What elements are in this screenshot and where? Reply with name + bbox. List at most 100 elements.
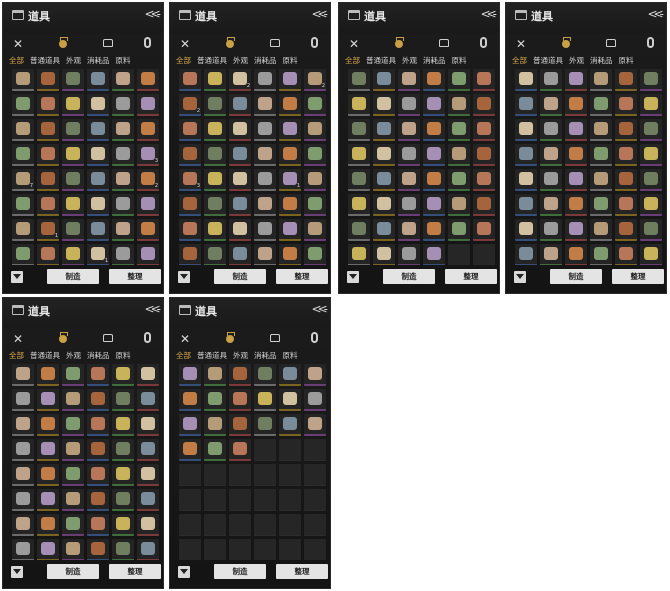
item-slot[interactable]: [87, 364, 109, 386]
item-slot[interactable]: [448, 219, 470, 241]
item-slot[interactable]: [448, 69, 470, 91]
item-slot[interactable]: [87, 539, 109, 560]
item-slot[interactable]: 1: [87, 244, 109, 265]
item-slot[interactable]: [348, 94, 370, 116]
item-slot[interactable]: [137, 69, 159, 91]
item-slot[interactable]: [254, 69, 276, 91]
item-slot[interactable]: [112, 169, 134, 191]
item-slot[interactable]: [62, 389, 84, 411]
item-slot[interactable]: 2: [304, 69, 326, 91]
item-slot[interactable]: [204, 169, 226, 191]
tab-4[interactable]: 原料: [619, 55, 634, 66]
item-slot[interactable]: [515, 169, 537, 191]
item-slot[interactable]: [112, 69, 134, 91]
item-slot[interactable]: [615, 119, 637, 141]
item-slot[interactable]: [112, 194, 134, 216]
item-slot[interactable]: 3: [137, 144, 159, 166]
item-slot[interactable]: [590, 94, 612, 116]
item-slot[interactable]: [615, 169, 637, 191]
item-slot[interactable]: [373, 194, 395, 216]
item-slot[interactable]: [590, 169, 612, 191]
item-slot[interactable]: 3: [179, 169, 201, 191]
back-arrow-icon[interactable]: <<-: [312, 7, 329, 21]
item-slot[interactable]: [229, 169, 251, 191]
tab-2[interactable]: 外观: [233, 350, 248, 361]
item-slot[interactable]: [229, 194, 251, 216]
item-slot[interactable]: [565, 219, 587, 241]
item-slot[interactable]: [254, 389, 276, 411]
item-slot[interactable]: [640, 219, 662, 241]
item-slot[interactable]: [204, 364, 226, 386]
tab-0[interactable]: 全部: [176, 55, 191, 66]
item-slot[interactable]: [12, 119, 34, 141]
item-slot[interactable]: [37, 389, 59, 411]
item-slot[interactable]: [279, 219, 301, 241]
item-slot[interactable]: [304, 489, 326, 511]
item-slot[interactable]: [137, 414, 159, 436]
item-slot[interactable]: [62, 414, 84, 436]
item-slot[interactable]: [279, 439, 301, 461]
back-arrow-icon[interactable]: <<-: [312, 302, 329, 316]
item-slot[interactable]: [204, 539, 226, 560]
make-button[interactable]: 制造: [214, 564, 266, 579]
item-slot[interactable]: [204, 489, 226, 511]
item-slot[interactable]: [348, 219, 370, 241]
item-slot[interactable]: [423, 144, 445, 166]
item-slot[interactable]: [37, 414, 59, 436]
item-slot[interactable]: [615, 244, 637, 265]
item-slot[interactable]: 7: [12, 169, 34, 191]
item-slot[interactable]: [348, 144, 370, 166]
item-slot[interactable]: [398, 119, 420, 141]
item-slot[interactable]: [137, 94, 159, 116]
item-slot[interactable]: [204, 144, 226, 166]
item-slot[interactable]: [179, 119, 201, 141]
item-slot[interactable]: [304, 194, 326, 216]
item-slot[interactable]: [229, 219, 251, 241]
item-slot[interactable]: [279, 539, 301, 560]
item-slot[interactable]: [615, 94, 637, 116]
item-slot[interactable]: [515, 194, 537, 216]
sort-button[interactable]: 整理: [276, 269, 328, 284]
item-slot[interactable]: [540, 144, 562, 166]
item-slot[interactable]: [304, 119, 326, 141]
key-icon[interactable]: [311, 37, 318, 48]
tab-4[interactable]: 原料: [116, 55, 131, 66]
item-slot[interactable]: [179, 464, 201, 486]
item-slot[interactable]: [62, 489, 84, 511]
item-slot[interactable]: [348, 194, 370, 216]
item-slot[interactable]: [112, 244, 134, 265]
item-slot[interactable]: [204, 244, 226, 265]
tab-4[interactable]: 原料: [116, 350, 131, 361]
item-slot[interactable]: [204, 439, 226, 461]
item-slot[interactable]: [565, 169, 587, 191]
close-icon[interactable]: ✕: [180, 37, 190, 51]
item-slot[interactable]: [179, 194, 201, 216]
item-slot[interactable]: [398, 244, 420, 265]
back-arrow-icon[interactable]: <<-: [481, 7, 498, 21]
chest-icon[interactable]: [270, 334, 280, 342]
item-slot[interactable]: [448, 94, 470, 116]
tab-4[interactable]: 原料: [283, 55, 298, 66]
item-slot[interactable]: [62, 194, 84, 216]
item-slot[interactable]: [279, 244, 301, 265]
item-slot[interactable]: [279, 94, 301, 116]
item-slot[interactable]: [112, 94, 134, 116]
item-slot[interactable]: [373, 219, 395, 241]
item-slot[interactable]: [254, 539, 276, 560]
close-icon[interactable]: ✕: [13, 37, 23, 51]
item-slot[interactable]: [112, 514, 134, 536]
item-slot[interactable]: [254, 119, 276, 141]
tab-1[interactable]: 普通道具: [197, 55, 227, 66]
item-slot[interactable]: [448, 144, 470, 166]
item-slot[interactable]: [179, 539, 201, 560]
item-slot[interactable]: 1: [279, 169, 301, 191]
item-slot[interactable]: 2: [137, 169, 159, 191]
tab-1[interactable]: 普通道具: [30, 350, 60, 361]
item-slot[interactable]: [37, 169, 59, 191]
item-slot[interactable]: [254, 144, 276, 166]
tab-3[interactable]: 消耗品: [87, 55, 110, 66]
tab-1[interactable]: 普通道具: [197, 350, 227, 361]
item-slot[interactable]: [12, 144, 34, 166]
item-slot[interactable]: [112, 389, 134, 411]
item-slot[interactable]: [348, 169, 370, 191]
